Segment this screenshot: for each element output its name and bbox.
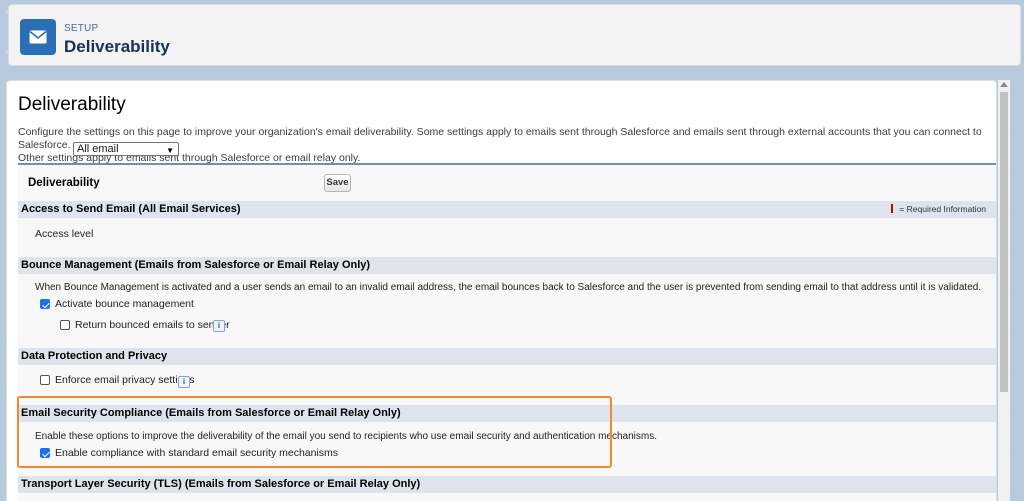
return-bounced-label: Return bounced emails to sender <box>75 319 230 331</box>
section-privacy-title: Data Protection and Privacy <box>21 350 168 362</box>
scroll-up-icon[interactable] <box>1000 82 1008 87</box>
section-bounce-header: Bounce Management (Emails from Salesforc… <box>18 257 996 274</box>
highlight-box <box>17 396 612 468</box>
activate-bounce-label: Activate bounce management <box>55 298 194 310</box>
info-icon[interactable]: i <box>213 320 225 332</box>
required-info: = Required Information <box>891 201 986 218</box>
scroll-thumb[interactable] <box>1000 92 1008 392</box>
section-tls-title: Transport Layer Security (TLS) (Emails f… <box>21 478 421 490</box>
chevron-down-icon: ▼ <box>166 146 174 155</box>
envelope-icon <box>20 19 56 55</box>
enforce-privacy-checkbox[interactable] <box>40 375 50 385</box>
access-level-label: Access level <box>35 228 94 240</box>
page-title: Deliverability <box>18 94 126 115</box>
save-button[interactable]: Save <box>324 174 351 192</box>
section-tls-header: Transport Layer Security (TLS) (Emails f… <box>18 476 996 493</box>
header-eyebrow: SETUP <box>64 23 99 34</box>
section-access-title: Access to Send Email (All Email Services… <box>21 203 241 215</box>
section-privacy-header: Data Protection and Privacy <box>18 348 996 365</box>
enforce-privacy-label: Enforce email privacy settings <box>55 374 195 386</box>
section-access-header: Access to Send Email (All Email Services… <box>18 201 996 218</box>
required-marker-icon <box>891 204 894 213</box>
block-title: Deliverability <box>28 177 100 189</box>
section-bounce-title: Bounce Management (Emails from Salesforc… <box>21 259 371 271</box>
bounce-description: When Bounce Management is activated and … <box>35 282 982 293</box>
return-bounced-checkbox[interactable] <box>60 320 70 330</box>
info-icon[interactable]: i <box>178 376 190 388</box>
activate-bounce-checkbox[interactable] <box>40 299 50 309</box>
access-level-value: All email <box>77 143 119 155</box>
required-info-text: = Required Information <box>899 204 986 214</box>
header-title: Deliverability <box>64 37 170 56</box>
access-level-select[interactable]: All email ▼ <box>73 142 179 156</box>
setup-header: SETUP Deliverability <box>8 4 1021 66</box>
vertical-scrollbar[interactable] <box>998 80 1010 501</box>
